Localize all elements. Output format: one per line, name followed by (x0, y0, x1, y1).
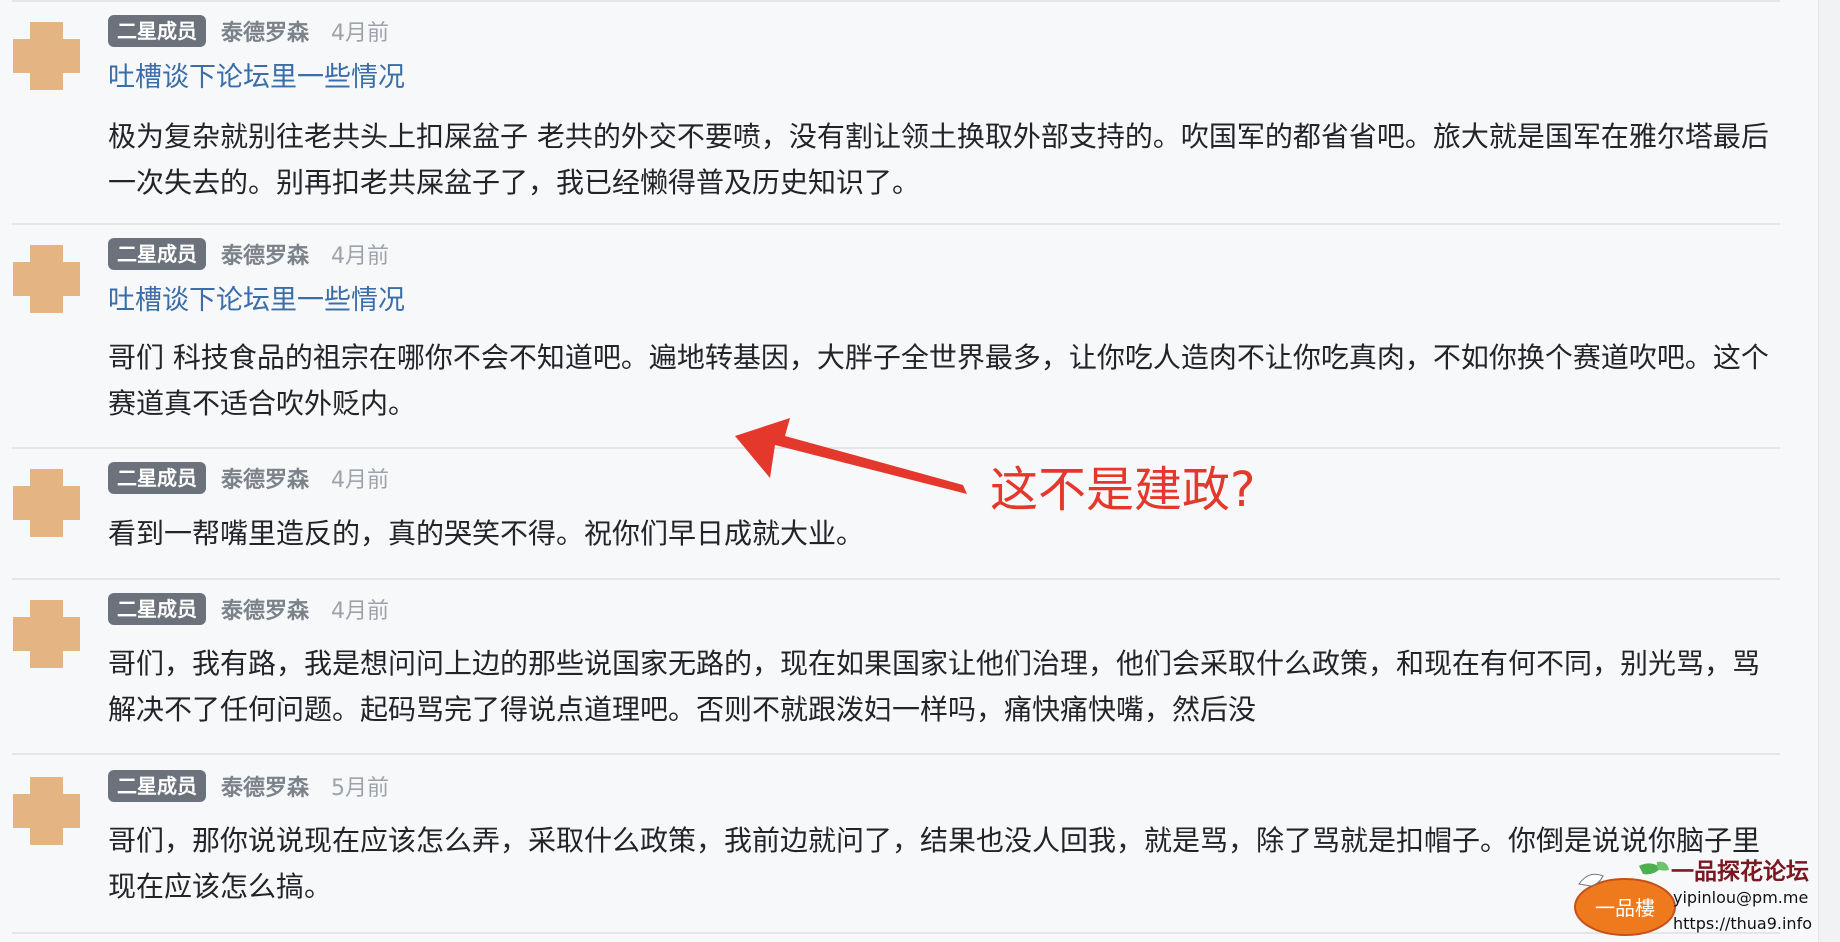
post-time: 4月前 (331, 244, 390, 269)
post-meta: 二星成员 泰德罗森 4月前 (108, 592, 389, 626)
post-meta: 二星成员 泰德罗森 4月前 (108, 14, 389, 48)
reply-text: 哥们，那你说说现在应该怎么弄，采取什么政策，我前边就问了，结果也没人回我，就是骂… (108, 824, 1761, 903)
topic-link[interactable]: 吐槽谈下论坛里一些情况 (108, 60, 405, 96)
author-name[interactable]: 泰德罗森 (221, 15, 309, 47)
list-item: 二星成员 泰德罗森 4月前 看到一帮嘴里造反的，真的哭笑不得。祝你们早日成就大业… (0, 449, 1780, 578)
avatar[interactable] (13, 600, 80, 668)
list-item: 二星成员 泰德罗森 4月前 吐槽谈下论坛里一些情况 哥们 科技食品的祖宗在哪你不… (0, 225, 1780, 447)
page: 二星成员 泰德罗森 4月前 吐槽谈下论坛里一些情况 极为复杂就别往老共头上扣屎盆… (0, 0, 1840, 942)
list-item: 二星成员 泰德罗森 4月前 吐槽谈下论坛里一些情况 极为复杂就别往老共头上扣屎盆… (0, 2, 1780, 224)
post-time: 4月前 (331, 468, 390, 493)
reply-text: 哥们，我有路，我是想问问上边的那些说国家无路的，现在如果国家让他们治理，他们会采… (108, 647, 1761, 726)
forum-name: 一品探花论坛 (1671, 859, 1809, 885)
author-name[interactable]: 泰德罗森 (221, 593, 309, 625)
post-time: 4月前 (331, 21, 390, 46)
author-name[interactable]: 泰德罗森 (221, 770, 309, 802)
divider (12, 753, 1780, 755)
avatar[interactable] (13, 777, 80, 845)
rank-badge: 二星成员 (108, 770, 206, 802)
avatar[interactable] (13, 22, 80, 90)
reply-text: 看到一帮嘴里造反的，真的哭笑不得。祝你们早日成就大业。 (108, 517, 865, 550)
author-name[interactable]: 泰德罗森 (221, 462, 309, 494)
rank-badge: 二星成员 (108, 238, 206, 270)
avatar[interactable] (13, 245, 80, 313)
avatar[interactable] (13, 469, 80, 537)
list-item: 二星成员 泰德罗森 4月前 哥们，我有路，我是想问问上边的那些说国家无路的，现在… (0, 580, 1780, 753)
rank-badge: 二星成员 (108, 462, 206, 494)
forum-url: https://thua9.info (1673, 914, 1812, 933)
reply-text: 哥们 科技食品的祖宗在哪你不会不知道吧。遍地转基因，大胖子全世界最多，让你吃人造… (108, 341, 1769, 420)
post-time: 5月前 (331, 776, 390, 801)
post-meta: 二星成员 泰德罗森 4月前 (108, 237, 389, 271)
annotation-label: 这不是建政? (990, 462, 1256, 518)
rank-badge: 二星成员 (108, 593, 206, 625)
forum-email: yipinlou@pm.me (1673, 888, 1809, 907)
rank-badge: 二星成员 (108, 15, 206, 47)
forum-watermark: 一品樓 一品探花论坛 yipinlou@pm.me https://thua9.… (1565, 852, 1840, 942)
scrollbar[interactable] (1818, 0, 1840, 942)
logo-lettering: 一品樓 (1595, 896, 1655, 920)
topic-link[interactable]: 吐槽谈下论坛里一些情况 (108, 283, 405, 319)
post-meta: 二星成员 泰德罗森 5月前 (108, 769, 389, 803)
post-time: 4月前 (331, 599, 390, 624)
post-meta: 二星成员 泰德罗森 4月前 (108, 461, 389, 495)
forum-logo-icon: 一品樓 (1574, 861, 1676, 936)
reply-text: 极为复杂就别往老共头上扣屎盆子 老共的外交不要喷，没有割让领土换取外部支持的。吹… (108, 120, 1769, 199)
list-item: 二星成员 泰德罗森 5月前 哥们，那你说说现在应该怎么弄，采取什么政策，我前边就… (0, 757, 1780, 932)
divider (12, 932, 1780, 934)
author-name[interactable]: 泰德罗森 (221, 238, 309, 270)
